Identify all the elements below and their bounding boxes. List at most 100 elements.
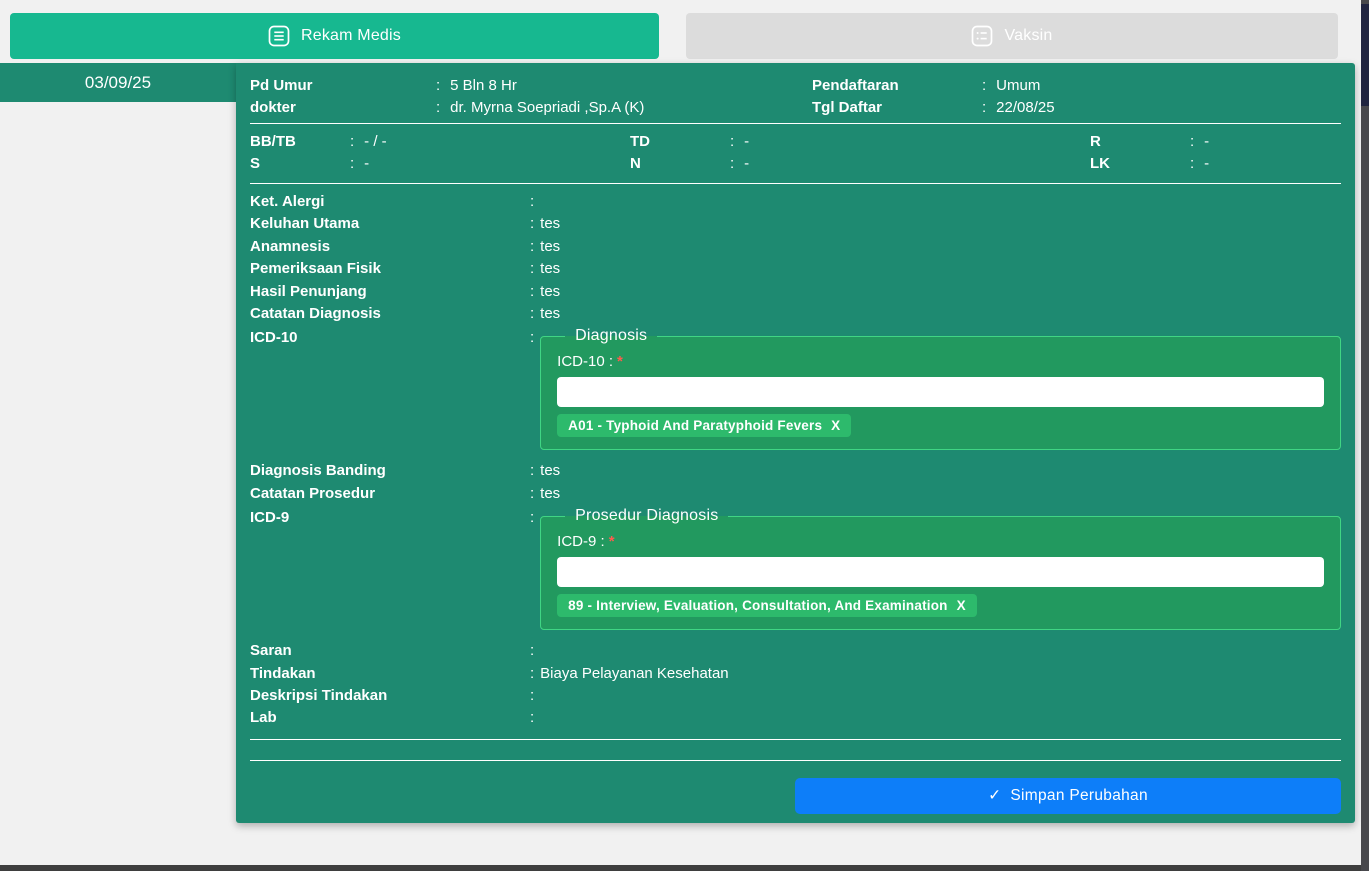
diagnosis-banding-value: tes <box>540 460 560 482</box>
deskripsi-tindakan-row: Deskripsi Tindakan : <box>250 685 1341 707</box>
lab-label: Lab <box>250 707 530 729</box>
anamnesis-value: tes <box>540 236 560 258</box>
page-scrollbar[interactable] <box>1361 0 1369 871</box>
colon: : <box>1190 131 1194 153</box>
tindakan-row: Tindakan : Biaya Pelayanan Kesehatan <box>250 663 1341 685</box>
pendaftaran-label: Pendaftaran <box>812 75 982 97</box>
scrollbar-thumb[interactable] <box>1361 4 1369 106</box>
required-asterisk: * <box>617 353 623 370</box>
medical-record-panel: Pd Umur : 5 Bln 8 Hr dokter : dr. Myrna … <box>236 63 1355 823</box>
separator <box>250 760 1341 761</box>
separator <box>250 123 1341 124</box>
colon: : <box>436 75 440 97</box>
anamnesis-row: Anamnesis : tes <box>250 236 1341 258</box>
tgl-daftar-row: Tgl Daftar : 22/08/25 <box>812 97 1341 119</box>
colon: : <box>530 640 534 662</box>
colon: : <box>530 191 534 213</box>
tindakan-label: Tindakan <box>250 663 530 685</box>
icd9-selected-chip[interactable]: 89 - Interview, Evaluation, Consultation… <box>557 594 977 617</box>
colon: : <box>350 131 354 153</box>
pemeriksaan-fisik-value: tes <box>540 258 560 280</box>
icd10-chip-remove[interactable]: X <box>831 418 840 433</box>
separator <box>250 739 1341 740</box>
icd10-selected-chip[interactable]: A01 - Typhoid And Paratyphoid Fevers X <box>557 414 851 437</box>
tgl-daftar-value: 22/08/25 <box>996 97 1054 119</box>
colon: : <box>982 75 986 97</box>
colon: : <box>1190 153 1194 175</box>
colon: : <box>530 707 534 729</box>
separator <box>250 183 1341 184</box>
diagnosis-fieldset-title: Diagnosis <box>565 327 657 345</box>
colon: : <box>530 213 534 235</box>
icd9-input[interactable] <box>557 557 1324 587</box>
icd9-chip-remove[interactable]: X <box>957 598 966 613</box>
pd-umur-label: Pd Umur <box>250 75 436 97</box>
colon: : <box>530 483 534 505</box>
bbtb-value: - / - <box>364 131 387 153</box>
icd10-input[interactable] <box>557 377 1324 407</box>
prosedur-diagnosis-fieldset: Prosedur Diagnosis ICD-9 :* 89 - Intervi… <box>540 507 1341 630</box>
visit-date-item[interactable]: 03/09/25 <box>0 63 236 102</box>
ket-alergi-label: Ket. Alergi <box>250 191 530 213</box>
r-value: - <box>1204 131 1209 153</box>
icd9-row-label: ICD-9 <box>250 507 530 529</box>
dokter-label: dokter <box>250 97 436 119</box>
lk-row: LK : - <box>1090 153 1341 175</box>
colon: : <box>530 460 534 482</box>
diagnosis-banding-label: Diagnosis Banding <box>250 460 530 482</box>
tab-rekam-medis[interactable]: Rekam Medis <box>10 13 659 59</box>
medical-record-list-icon <box>268 25 290 47</box>
save-changes-label: Simpan Perubahan <box>1010 787 1148 805</box>
colon: : <box>730 131 734 153</box>
colon: : <box>530 281 534 303</box>
colon: : <box>530 685 534 707</box>
colon: : <box>530 303 534 325</box>
tgl-daftar-label: Tgl Daftar <box>812 97 982 119</box>
icd10-row: ICD-10 : Diagnosis ICD-10 :* A01 - Typho… <box>250 327 1341 450</box>
patient-header: Pd Umur : 5 Bln 8 Hr dokter : dr. Myrna … <box>250 75 1341 119</box>
colon: : <box>530 507 534 529</box>
n-label: N <box>630 153 730 175</box>
s-label: S <box>250 153 350 175</box>
diagnosis-banding-row: Diagnosis Banding : tes <box>250 460 1341 482</box>
lk-label: LK <box>1090 153 1190 175</box>
pendaftaran-value: Umum <box>996 75 1040 97</box>
colon: : <box>436 97 440 119</box>
r-row: R : - <box>1090 131 1341 153</box>
pd-umur-value: 5 Bln 8 Hr <box>450 75 517 97</box>
keluhan-utama-row: Keluhan Utama : tes <box>250 213 1341 235</box>
td-label: TD <box>630 131 730 153</box>
pd-umur-row: Pd Umur : 5 Bln 8 Hr <box>250 75 812 97</box>
icd9-row: ICD-9 : Prosedur Diagnosis ICD-9 :* 89 -… <box>250 507 1341 630</box>
n-value: - <box>744 153 749 175</box>
r-label: R <box>1090 131 1190 153</box>
icd9-chip-label: 89 - Interview, Evaluation, Consultation… <box>568 598 947 613</box>
record-details: Ket. Alergi : Keluhan Utama : tes Anamne… <box>250 191 1341 730</box>
pendaftaran-row: Pendaftaran : Umum <box>812 75 1341 97</box>
visit-date-label: 03/09/25 <box>85 73 151 93</box>
td-row: TD : - <box>630 131 1090 153</box>
anamnesis-label: Anamnesis <box>250 236 530 258</box>
colon: : <box>350 153 354 175</box>
td-value: - <box>744 131 749 153</box>
colon: : <box>730 153 734 175</box>
icd10-row-label: ICD-10 <box>250 327 530 349</box>
tab-vaksin[interactable]: Vaksin <box>686 13 1338 59</box>
ket-alergi-row: Ket. Alergi : <box>250 191 1341 213</box>
icd9-input-label-text: ICD-9 : <box>557 533 605 550</box>
pemeriksaan-fisik-label: Pemeriksaan Fisik <box>250 258 530 280</box>
dokter-value: dr. Myrna Soepriadi ,Sp.A (K) <box>450 97 644 119</box>
colon: : <box>530 663 534 685</box>
pemeriksaan-fisik-row: Pemeriksaan Fisik : tes <box>250 258 1341 280</box>
dokter-row: dokter : dr. Myrna Soepriadi ,Sp.A (K) <box>250 97 812 119</box>
colon: : <box>530 327 534 349</box>
save-changes-button[interactable]: ✓ Simpan Perubahan <box>795 778 1341 814</box>
vaccine-checklist-icon <box>971 25 993 47</box>
s-value: - <box>364 153 369 175</box>
required-asterisk: * <box>609 533 615 550</box>
icd9-input-label: ICD-9 :* <box>557 533 1324 550</box>
vitals-grid: BB/TB : - / - TD : - R : - S : - N : <box>250 128 1341 179</box>
icd10-input-label: ICD-10 :* <box>557 353 1324 370</box>
saran-label: Saran <box>250 640 530 662</box>
colon: : <box>982 97 986 119</box>
